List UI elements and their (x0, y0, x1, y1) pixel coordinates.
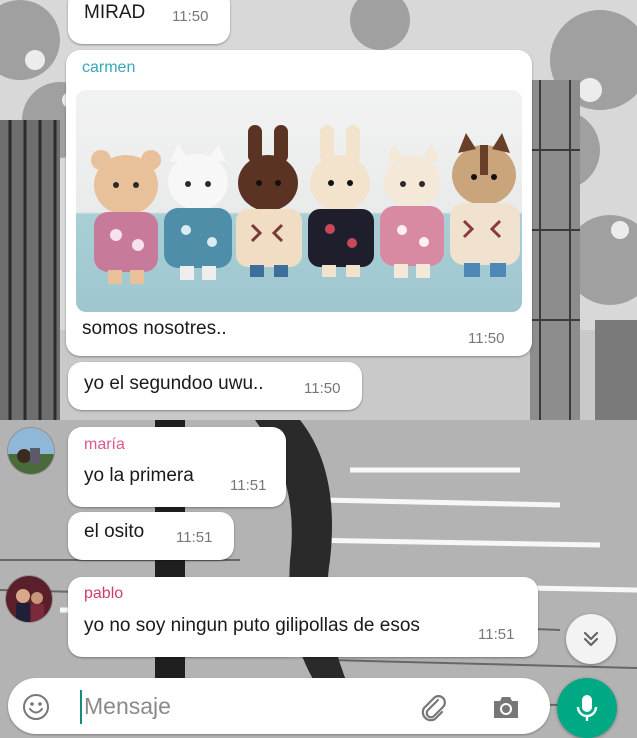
camera-icon[interactable] (490, 692, 522, 722)
double-chevron-down-icon (583, 631, 599, 647)
message-bubble[interactable]: el osito 11:51 (68, 512, 234, 560)
message-bubble[interactable]: MIRAD 11:50 (68, 0, 230, 44)
message-time: 11:50 (304, 380, 341, 397)
message-time: 11:51 (230, 477, 267, 494)
message-text: somos nosotres.. (82, 318, 227, 339)
message-text: el osito (84, 521, 145, 542)
emoji-icon[interactable] (22, 693, 50, 721)
message-bubble[interactable]: yo el segundoo uwu.. 11:50 (68, 362, 362, 410)
message-sender: carmen (82, 59, 136, 76)
message-composer[interactable]: Mensaje (8, 678, 550, 734)
microphone-icon (576, 695, 598, 721)
message-text: yo el segundoo uwu.. (84, 373, 264, 394)
message-sender: pablo (84, 585, 124, 602)
message-time: 11:50 (468, 330, 505, 347)
message-time: 11:50 (172, 8, 209, 25)
scroll-to-bottom-button[interactable] (566, 614, 616, 664)
message-bubble[interactable]: maría yo la primera 11:51 (68, 427, 286, 507)
maria-avatar[interactable] (8, 428, 54, 474)
message-text: MIRAD (84, 2, 146, 23)
message-time: 11:51 (176, 529, 213, 546)
message-bubble[interactable]: carmen somos nosotres.. 11:50 (66, 50, 532, 356)
message-text: yo la primera (84, 465, 194, 486)
message-bubble[interactable]: pablo yo no soy ningun puto gilipollas d… (68, 577, 538, 657)
microphone-button[interactable] (557, 678, 617, 738)
message-time: 11:51 (478, 626, 515, 643)
text-cursor (80, 690, 82, 724)
message-sender: maría (84, 436, 125, 453)
plush-toys-photo[interactable] (76, 90, 522, 312)
pablo-avatar[interactable] (6, 576, 52, 622)
message-text: yo no soy ningun puto gilipollas de esos (84, 615, 420, 636)
paperclip-icon[interactable] (418, 692, 448, 722)
message-input[interactable]: Mensaje (84, 693, 171, 720)
